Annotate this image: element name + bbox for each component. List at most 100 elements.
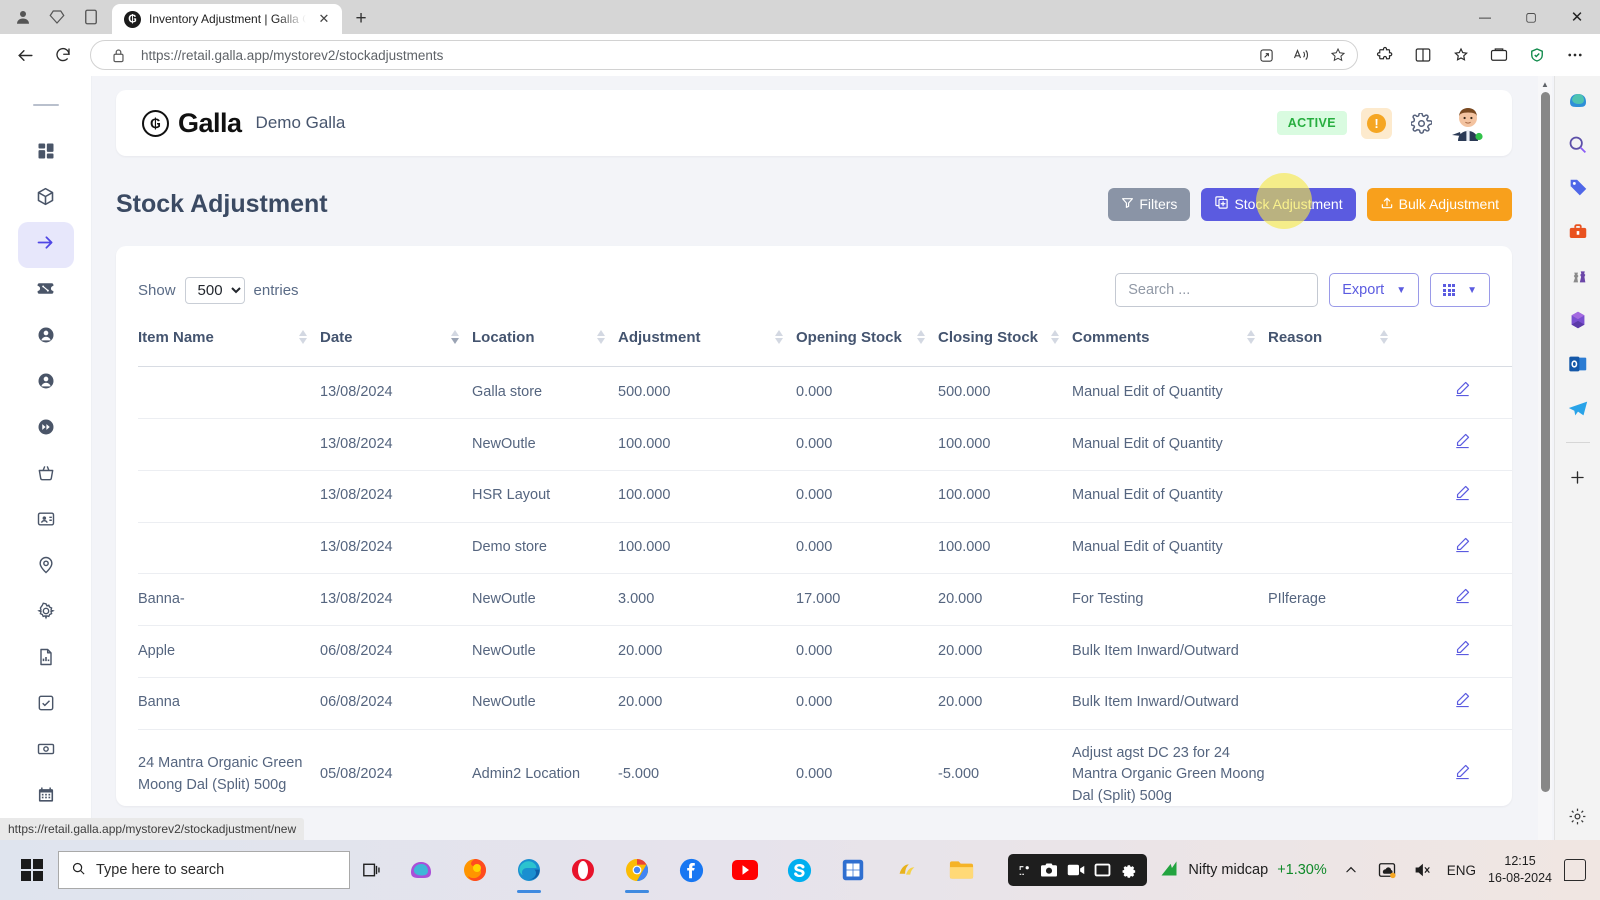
task-view-icon[interactable]: [350, 846, 394, 894]
open-in-app-icon[interactable]: [1253, 42, 1279, 68]
sidebar-item-dashboard[interactable]: [18, 130, 74, 176]
sidebar-item-discounts[interactable]: [18, 268, 74, 314]
sidebar-item-settings[interactable]: [18, 590, 74, 636]
sidebar-item-contacts[interactable]: [18, 498, 74, 544]
camera-icon[interactable]: [1040, 862, 1058, 878]
table-row[interactable]: 13/08/2024 Galla store 500.000 0.000 500.000…: [138, 366, 1512, 419]
facebook-icon[interactable]: [668, 845, 714, 895]
edit-pencil-icon[interactable]: [1454, 639, 1471, 656]
chrome-icon[interactable]: [614, 845, 660, 895]
gear-icon[interactable]: [1406, 108, 1436, 138]
file-explorer-icon[interactable]: [938, 845, 984, 895]
stock-widget[interactable]: Nifty midcap +1.30%: [1159, 858, 1327, 883]
settings-icon[interactable]: [1120, 862, 1137, 879]
edit-pencil-icon[interactable]: [1454, 484, 1471, 501]
show-hidden-icons-icon[interactable]: [1339, 858, 1363, 882]
video-icon[interactable]: [1067, 863, 1085, 877]
table-row[interactable]: Banna- 13/08/2024 NewOutle 3.000 17.000 20.00…: [138, 573, 1512, 626]
column-header-adjustment[interactable]: Adjustment: [618, 318, 796, 367]
telegram-icon[interactable]: [1564, 394, 1592, 422]
window-icon[interactable]: [1094, 863, 1111, 877]
browser-health-icon[interactable]: [1520, 38, 1554, 72]
sidebar-item-cash[interactable]: [18, 728, 74, 774]
collapse-rail-toggle[interactable]: [32, 104, 59, 106]
address-bar[interactable]: https://retail.galla.app/mystorev2/stock…: [90, 40, 1358, 70]
back-arrow-icon[interactable]: [8, 38, 42, 72]
sidebar-item-users[interactable]: [18, 360, 74, 406]
page-scrollbar[interactable]: ▲: [1538, 76, 1552, 840]
taskbar-search[interactable]: Type here to search: [58, 851, 350, 889]
scrollbar-thumb[interactable]: [1541, 92, 1550, 792]
sidebar-item-stock-adjustment[interactable]: [17, 219, 110, 271]
screenshot-icon[interactable]: [1018, 864, 1031, 877]
settings-more-icon[interactable]: [1558, 38, 1592, 72]
edit-pencil-icon[interactable]: [1454, 587, 1471, 604]
sidebar-item-products[interactable]: [18, 176, 74, 222]
search-icon[interactable]: [1564, 130, 1592, 158]
column-header-comments[interactable]: Comments: [1072, 318, 1268, 367]
extensions-icon[interactable]: [1368, 38, 1402, 72]
edit-pencil-icon[interactable]: [1454, 432, 1471, 449]
window-close-button[interactable]: ✕: [1554, 0, 1600, 34]
tools-icon[interactable]: [1564, 218, 1592, 246]
new-tab-button[interactable]: +: [346, 4, 376, 34]
favorite-star-icon[interactable]: [1325, 42, 1351, 68]
youtube-icon[interactable]: [722, 845, 768, 895]
sidebar-item-reports[interactable]: [18, 636, 74, 682]
edit-pencil-icon[interactable]: [1454, 763, 1471, 780]
column-header-reason[interactable]: Reason: [1268, 318, 1401, 367]
firefox-icon[interactable]: [452, 845, 498, 895]
table-row[interactable]: 13/08/2024 Demo store 100.000 0.000 100.000 M…: [138, 522, 1512, 575]
export-button[interactable]: Export ▼: [1329, 273, 1420, 307]
microsoft365-icon[interactable]: [1564, 306, 1592, 334]
close-icon[interactable]: ✕: [314, 9, 334, 29]
column-header-location[interactable]: Location: [472, 318, 618, 367]
stock-adjustment-button[interactable]: Stock Adjustment: [1201, 187, 1356, 221]
sidebar-item-locations[interactable]: [18, 544, 74, 590]
sidebar-item-tasks[interactable]: [18, 682, 74, 728]
table-row[interactable]: 13/08/2024 NewOutle 100.000 0.000 100.000 Man…: [138, 418, 1512, 471]
minimize-button[interactable]: —: [1462, 0, 1508, 34]
split-screen-icon[interactable]: [1406, 38, 1440, 72]
alert-exclamation-icon[interactable]: !: [1361, 107, 1392, 139]
page-size-select[interactable]: 500: [184, 276, 245, 304]
column-header-item-name[interactable]: Item Name: [138, 318, 320, 367]
copilot-icon[interactable]: [1564, 86, 1592, 114]
browser-essentials-icon[interactable]: [1482, 38, 1516, 72]
table-row[interactable]: Apple 06/08/2024 NewOutle 20.000 0.000 20.000…: [138, 625, 1512, 678]
tab-actions-icon[interactable]: [80, 6, 102, 28]
profile-icon[interactable]: [12, 6, 34, 28]
volume-muted-icon[interactable]: [1411, 858, 1435, 882]
table-row[interactable]: Banna 06/08/2024 NewOutle 20.000 0.000 20.000…: [138, 677, 1512, 730]
skype-icon[interactable]: [776, 845, 822, 895]
app-icon[interactable]: [884, 845, 930, 895]
refresh-icon[interactable]: [46, 38, 80, 72]
notification-center-icon[interactable]: [1564, 859, 1586, 881]
microsoft-store-icon[interactable]: [830, 845, 876, 895]
screen-recorder-toolbar[interactable]: [1008, 854, 1148, 886]
sidebar-item-customers[interactable]: [18, 314, 74, 360]
edit-pencil-icon[interactable]: [1454, 536, 1471, 553]
maximize-button[interactable]: ▢: [1508, 0, 1554, 34]
sidebar-item-calendar[interactable]: [18, 774, 74, 820]
column-header-opening-stock[interactable]: Opening Stock: [796, 318, 938, 367]
browser-tab[interactable]: ₲ Inventory Adjustment | Galla GST ✕: [112, 4, 342, 34]
column-header-closing-stock[interactable]: Closing Stock: [938, 318, 1072, 367]
sidebar-item-transfers[interactable]: [18, 406, 74, 452]
games-icon[interactable]: [1564, 262, 1592, 290]
outlook-icon[interactable]: [1564, 350, 1592, 378]
read-aloud-icon[interactable]: [1289, 42, 1315, 68]
scroll-up-arrow-icon[interactable]: ▲: [1538, 76, 1552, 92]
shopping-tag-icon[interactable]: [1564, 174, 1592, 202]
search-input[interactable]: [1115, 273, 1319, 307]
language-indicator[interactable]: ENG: [1447, 863, 1476, 878]
avatar[interactable]: [1450, 105, 1486, 141]
workspaces-icon[interactable]: [46, 6, 68, 28]
collections-icon[interactable]: [1444, 38, 1478, 72]
onedrive-icon[interactable]: [1375, 858, 1399, 882]
brand-logo[interactable]: ₲ Galla: [142, 108, 242, 139]
start-button[interactable]: [8, 846, 56, 894]
column-header-date[interactable]: Date: [320, 318, 472, 367]
edit-pencil-icon[interactable]: [1454, 691, 1471, 708]
opera-icon[interactable]: [560, 845, 606, 895]
